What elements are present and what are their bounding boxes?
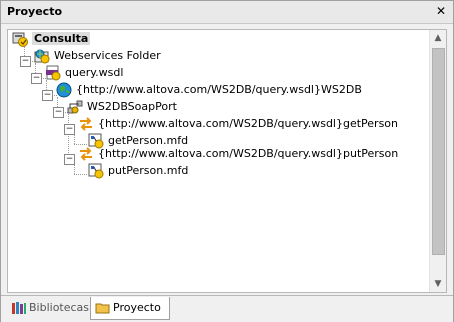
tree-node-label[interactable]: {http://www.altova.com/WS2DB/query.wsdl}…	[98, 147, 398, 160]
tab-label: Proyecto	[113, 301, 161, 314]
operation-arrows-icon	[78, 116, 94, 132]
tree-connector	[74, 144, 87, 145]
tree-node-webservices-folder[interactable]: Webservices Folder	[34, 48, 234, 65]
tree-node-label[interactable]: {http://www.altova.com/WS2DB/query.wsdl}…	[76, 83, 362, 96]
project-folder-icon	[95, 300, 111, 316]
project-icon	[12, 31, 28, 47]
tree-node-label[interactable]: Webservices Folder	[54, 49, 161, 62]
mapping-file-icon	[88, 163, 104, 179]
panel-titlebar: Proyecto ✕	[1, 1, 453, 24]
tree-node-wsdl-file[interactable]: query.wsdl	[45, 65, 195, 82]
tree-connector	[68, 114, 69, 159]
tree-node-putperson-mfd[interactable]: putPerson.mfd	[88, 163, 248, 180]
tree-node-label[interactable]: {http://www.altova.com/WS2DB/query.wsdl}…	[98, 117, 398, 130]
soap-port-icon	[67, 99, 83, 115]
panel-tabs: Bibliotecas Proyecto	[1, 295, 453, 322]
project-panel: Proyecto ✕ Consulta − Webservices Folder…	[0, 0, 454, 322]
panel-title: Proyecto	[7, 5, 63, 18]
collapse-toggle[interactable]: −	[31, 73, 42, 84]
globe-service-icon	[56, 82, 72, 98]
webservices-folder-icon	[34, 48, 50, 64]
scrollbar-thumb[interactable]	[432, 48, 445, 255]
tree-node-operation-getperson[interactable]: {http://www.altova.com/WS2DB/query.wsdl}…	[78, 116, 398, 133]
collapse-toggle[interactable]: −	[42, 90, 53, 101]
tree-node-operation-putperson[interactable]: {http://www.altova.com/WS2DB/query.wsdl}…	[78, 146, 398, 163]
scroll-down-icon[interactable]: ▼	[430, 276, 446, 292]
vertical-scrollbar[interactable]: ▲ ▼	[429, 30, 446, 292]
tree-node-label[interactable]: WS2DBSoapPort	[87, 100, 177, 113]
tree-node-service[interactable]: {http://www.altova.com/WS2DB/query.wsdl}…	[56, 82, 362, 99]
tab-bibliotecas[interactable]: Bibliotecas	[7, 297, 89, 319]
tree-node-label[interactable]: query.wsdl	[65, 66, 123, 79]
collapse-toggle[interactable]: −	[20, 56, 31, 67]
tree-node-label[interactable]: Consulta	[32, 32, 91, 45]
tree-node-label[interactable]: putPerson.mfd	[108, 164, 188, 177]
scroll-up-icon[interactable]: ▲	[430, 30, 446, 46]
tree-node-root[interactable]: Consulta	[12, 31, 272, 48]
libraries-icon	[11, 300, 27, 316]
operation-arrows-icon	[78, 146, 94, 162]
project-tree: Consulta − Webservices Folder − query.ws…	[7, 29, 447, 293]
tree-connector	[74, 174, 87, 175]
wsdl-file-icon	[45, 65, 61, 81]
collapse-toggle[interactable]: −	[53, 107, 64, 118]
close-icon[interactable]: ✕	[436, 4, 446, 18]
collapse-toggle[interactable]: −	[64, 154, 75, 165]
tree-node-soap-port[interactable]: WS2DBSoapPort	[67, 99, 267, 116]
tab-label: Bibliotecas	[29, 301, 90, 314]
tab-proyecto[interactable]: Proyecto	[90, 297, 170, 320]
collapse-toggle[interactable]: −	[64, 124, 75, 135]
